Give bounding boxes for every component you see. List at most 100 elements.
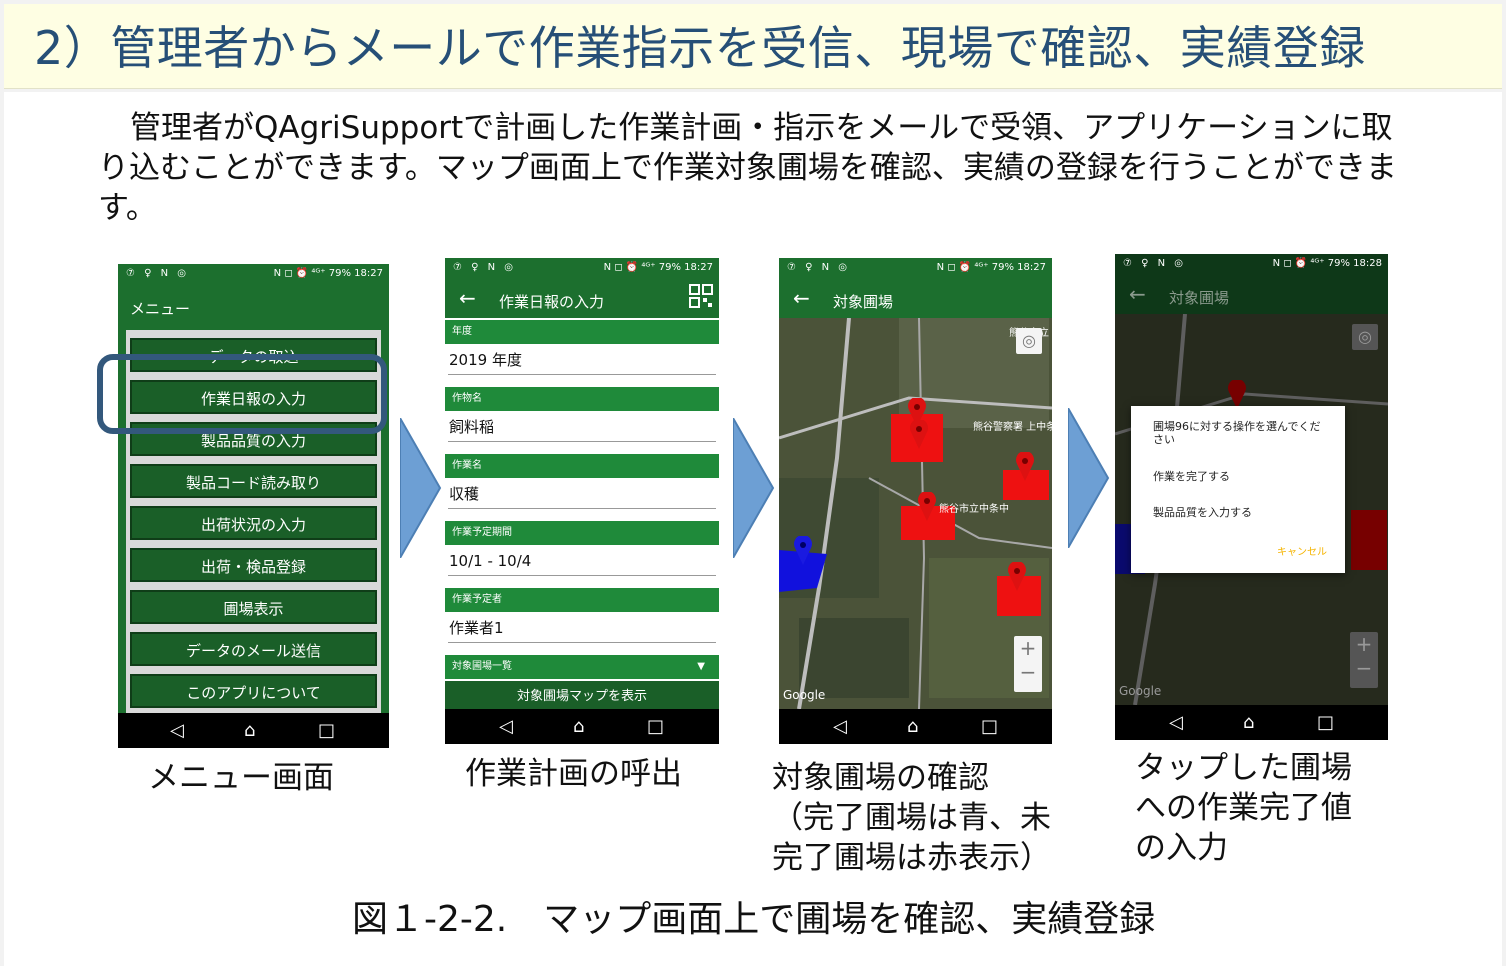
field-action-dialog: 圃場96に対する操作を選んでください 作業を完了する 製品品質を入力する キャン… xyxy=(1131,406,1345,573)
field-label: 年度 xyxy=(445,320,719,344)
android-nav-bar: ◁ ⌂ □ xyxy=(779,709,1052,744)
phone-work-report-screen: ⑦ ♀ N ◎ N ◻ ⏰ ⁴ᴳ⁺ 79% 18:27 ← 作業日報の入力 年度… xyxy=(445,258,719,744)
map-pin-icon[interactable] xyxy=(917,492,937,522)
status-icons-left: ⑦ ♀ N ◎ xyxy=(126,268,190,279)
menu-button-shipping-inspection[interactable]: 出荷・検品登録 xyxy=(130,548,377,582)
back-nav-icon[interactable]: ◁ xyxy=(170,720,184,741)
zoom-out-icon[interactable]: − xyxy=(1014,660,1042,684)
schedule-period-field[interactable]: 10/1 - 10/4 xyxy=(448,545,716,576)
field-label: 作業予定期間 xyxy=(445,521,719,545)
google-logo: Google xyxy=(1119,684,1162,698)
show-map-button[interactable]: 対象圃場マップを表示 xyxy=(445,681,719,709)
caption-line: の入力 xyxy=(1135,830,1228,866)
status-icons-right: N ◻ ⏰ ⁴ᴳ⁺ 79% 18:28 xyxy=(1272,258,1382,269)
map-label-school: 熊谷市立中条中 xyxy=(939,504,1009,515)
status-icons-left: ⑦ ♀ N ◎ xyxy=(1123,258,1187,269)
year-field[interactable]: 2019 年度 xyxy=(448,344,716,375)
phone-field-action-dialog-screen: ⑦ ♀ N ◎ N ◻ ⏰ ⁴ᴳ⁺ 79% 18:28 ← 対象圃場 ◎ + −… xyxy=(1115,254,1388,740)
status-bar: ⑦ ♀ N ◎ N ◻ ⏰ ⁴ᴳ⁺ 79% 18:27 xyxy=(445,258,719,278)
map-pin-icon[interactable] xyxy=(909,420,929,450)
satellite-map[interactable]: 熊谷警察署 上中条駐在所 熊谷市立中条中 熊谷市立 ◎ + − Google xyxy=(779,318,1052,709)
cancel-button[interactable]: キャンセル xyxy=(1153,546,1327,559)
back-nav-icon[interactable]: ◁ xyxy=(1169,712,1183,733)
phone-menu-screen: ⑦ ♀ N ◎ N ◻ ⏰ ⁴ᴳ⁺ 79% 18:27 メニュー データの取込 … xyxy=(118,264,389,748)
home-nav-icon[interactable]: ⌂ xyxy=(573,716,584,737)
highlight-frame xyxy=(97,354,387,434)
app-bar: ← 作業日報の入力 xyxy=(445,276,719,318)
menu-button-about-app[interactable]: このアプリについて xyxy=(130,674,377,708)
qr-code-icon[interactable] xyxy=(689,284,713,308)
caption-line: 完了圃場は赤表示） xyxy=(772,840,1051,876)
title-banner: 2）管理者からメールで作業指示を受信、現場で確認、実績登録 xyxy=(4,4,1502,89)
zoom-controls[interactable]: + − xyxy=(1350,632,1378,688)
dropdown-label: 対象圃場一覧 xyxy=(452,661,512,672)
app-bar: メニュー xyxy=(118,284,389,330)
caption-work-plan: 作業計画の呼出 xyxy=(465,756,682,792)
android-nav-bar: ◁ ⌂ □ xyxy=(445,709,719,744)
crop-name-field[interactable]: 飼料稲 xyxy=(448,411,716,442)
status-icons-right: N ◻ ⏰ ⁴ᴳ⁺ 79% 18:27 xyxy=(273,268,383,279)
phone-target-field-map-screen: ⑦ ♀ N ◎ N ◻ ⏰ ⁴ᴳ⁺ 79% 18:27 ← 対象圃場 熊谷警察署… xyxy=(779,258,1052,744)
complete-work-option[interactable]: 作業を完了する xyxy=(1153,470,1327,483)
dialog-message: 圃場96に対する操作を選んでください xyxy=(1153,420,1321,446)
satellite-map[interactable]: ◎ + − Google 圃場96に対する操作を選んでください 作業を完了する … xyxy=(1115,314,1388,705)
input-quality-option[interactable]: 製品品質を入力する xyxy=(1153,506,1327,519)
work-name-field[interactable]: 収穫 xyxy=(448,478,716,509)
assigned-worker-field[interactable]: 作業者1 xyxy=(448,612,716,643)
flow-arrow-icon xyxy=(1068,408,1110,548)
android-nav-bar: ◁ ⌂ □ xyxy=(118,713,389,748)
status-icons-left: ⑦ ♀ N ◎ xyxy=(787,262,851,273)
screen-title: 対象圃場 xyxy=(1169,289,1230,307)
field-label: 作業予定者 xyxy=(445,588,719,612)
page-title: 2）管理者からメールで作業指示を受信、現場で確認、実績登録 xyxy=(34,21,1366,75)
back-nav-icon[interactable]: ◁ xyxy=(499,716,513,737)
back-nav-icon[interactable]: ◁ xyxy=(833,716,847,737)
menu-button-field-display[interactable]: 圃場表示 xyxy=(130,590,377,624)
figure-caption: 図１-2-2. マップ画面上で圃場を確認、実績登録 xyxy=(352,899,1156,940)
screen-title: 作業日報の入力 xyxy=(499,293,605,311)
caption-work-completion: タップした圃場 への作業完了値 の入力 xyxy=(1135,748,1352,868)
home-nav-icon[interactable]: ⌂ xyxy=(244,720,255,741)
back-arrow-icon[interactable]: ← xyxy=(459,286,476,310)
status-bar: ⑦ ♀ N ◎ N ◻ ⏰ ⁴ᴳ⁺ 79% 18:27 xyxy=(118,264,389,284)
map-pin-icon[interactable] xyxy=(1007,562,1027,592)
home-nav-icon[interactable]: ⌂ xyxy=(1243,712,1254,733)
my-location-icon[interactable]: ◎ xyxy=(1016,328,1042,354)
recents-nav-icon[interactable]: □ xyxy=(318,720,335,741)
android-nav-bar: ◁ ⌂ □ xyxy=(1115,705,1388,740)
back-arrow-icon[interactable]: ← xyxy=(1129,282,1146,306)
my-location-icon[interactable]: ◎ xyxy=(1352,324,1378,350)
map-pin-icon[interactable] xyxy=(1015,452,1035,482)
map-pin-blue-icon[interactable] xyxy=(793,536,813,566)
status-icons-right: N ◻ ⏰ ⁴ᴳ⁺ 79% 18:27 xyxy=(603,262,713,273)
app-bar: ← 対象圃場 xyxy=(779,276,1052,318)
caption-line: タップした圃場 xyxy=(1135,750,1352,786)
google-logo: Google xyxy=(783,688,826,702)
target-field-list-dropdown[interactable]: 対象圃場一覧 ▼ xyxy=(445,655,719,679)
home-nav-icon[interactable]: ⌂ xyxy=(907,716,918,737)
map-terrain xyxy=(779,318,1052,709)
caption-field-check: 対象圃場の確認 （完了圃場は青、未 完了圃場は赤表示） xyxy=(772,758,1051,878)
zoom-in-icon[interactable]: + xyxy=(1014,636,1042,660)
recents-nav-icon[interactable]: □ xyxy=(647,716,664,737)
recents-nav-icon[interactable]: □ xyxy=(981,716,998,737)
screen-title: 対象圃場 xyxy=(833,293,894,311)
menu-button-email-data[interactable]: データのメール送信 xyxy=(130,632,377,666)
status-bar: ⑦ ♀ N ◎ N ◻ ⏰ ⁴ᴳ⁺ 79% 18:28 xyxy=(1115,254,1388,274)
recents-nav-icon[interactable]: □ xyxy=(1317,712,1334,733)
flow-arrow-icon xyxy=(733,418,775,558)
dropdown-arrow-icon: ▼ xyxy=(697,661,705,672)
zoom-out-icon[interactable]: − xyxy=(1350,656,1378,680)
zoom-controls[interactable]: + − xyxy=(1014,636,1042,692)
status-bar: ⑦ ♀ N ◎ N ◻ ⏰ ⁴ᴳ⁺ 79% 18:27 xyxy=(779,258,1052,278)
caption-line: 対象圃場の確認 xyxy=(772,760,989,796)
screen-title: メニュー xyxy=(130,300,191,318)
zoom-in-icon[interactable]: + xyxy=(1350,632,1378,656)
field-label: 作業名 xyxy=(445,454,719,478)
caption-menu-screen: メニュー画面 xyxy=(148,760,334,796)
menu-button-shipping-status[interactable]: 出荷状況の入力 xyxy=(130,506,377,540)
map-label-police-box: 熊谷警察署 上中条駐在所 xyxy=(973,422,1052,433)
back-arrow-icon[interactable]: ← xyxy=(793,286,810,310)
caption-line: （完了圃場は青、未 xyxy=(772,800,1051,836)
menu-button-product-code-scan[interactable]: 製品コード読み取り xyxy=(130,464,377,498)
